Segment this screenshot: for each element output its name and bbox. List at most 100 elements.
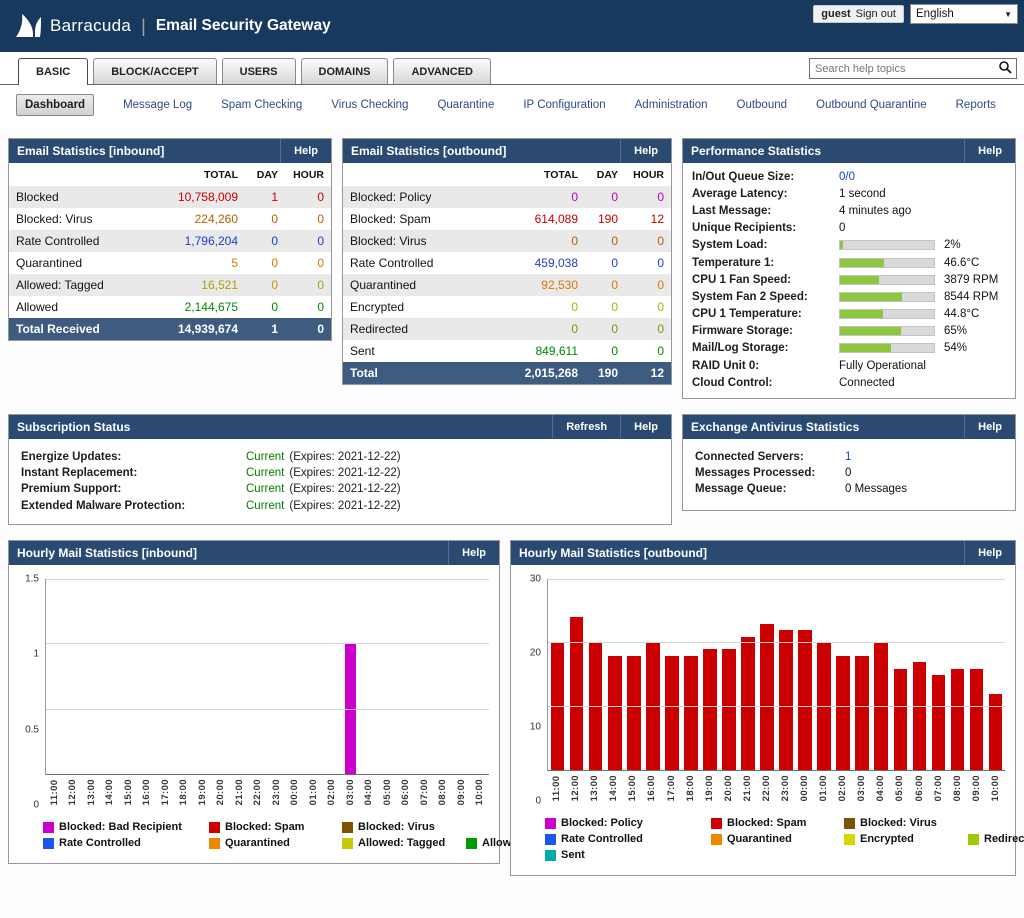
x-axis-label: 20:00 bbox=[215, 779, 226, 805]
bar-column bbox=[175, 579, 193, 775]
x-axis-labels: 11:0012:0013:0014:0015:0016:0017:0018:00… bbox=[547, 775, 1005, 801]
total-value: 10,758,009 bbox=[149, 186, 245, 208]
language-select[interactable]: English ▼ bbox=[910, 4, 1018, 24]
subnav-item-outbound-quarantine[interactable]: Outbound Quarantine bbox=[816, 99, 927, 111]
refresh-button[interactable]: Refresh bbox=[552, 415, 620, 439]
row-label: Rate Controlled bbox=[9, 230, 149, 252]
y-axis-tick: 10 bbox=[530, 722, 541, 733]
x-axis-label: 02:00 bbox=[837, 775, 848, 801]
sub-navigation: Dashboard Message Log Spam Checking Viru… bbox=[0, 85, 1024, 126]
x-axis-label: 19:00 bbox=[704, 775, 715, 801]
connected-servers-value[interactable]: 1 bbox=[845, 451, 851, 463]
barracuda-logo-icon bbox=[14, 13, 42, 39]
queue-size-link[interactable]: 0/0 bbox=[839, 171, 855, 183]
perf-row: In/Out Queue Size: 0/0 bbox=[683, 168, 1015, 185]
legend-item: Rate Controlled bbox=[545, 833, 711, 845]
bar-column bbox=[567, 579, 586, 771]
perf-row: Temperature 1: 46.6°C bbox=[683, 254, 1015, 271]
tab-advanced[interactable]: ADVANCED bbox=[393, 58, 491, 84]
panel-header: Hourly Mail Statistics [outbound] Help bbox=[511, 541, 1015, 565]
help-button[interactable]: Help bbox=[620, 415, 671, 439]
bar bbox=[722, 649, 736, 771]
day-value: 190 bbox=[585, 208, 625, 230]
legend-swatch bbox=[968, 834, 979, 845]
table-row: Blocked 10,758,009 1 0 bbox=[9, 186, 331, 208]
help-button[interactable]: Help bbox=[280, 139, 331, 163]
bar-chart-inbound: 00.511.5 11:0012:0013:0014:0015:0016:001… bbox=[9, 565, 499, 863]
bar-column bbox=[452, 579, 470, 775]
progress-bar bbox=[839, 343, 935, 353]
legend-label: Blocked: Virus bbox=[860, 817, 937, 829]
tab-domains[interactable]: DOMAINS bbox=[301, 58, 389, 84]
subnav-item-reports[interactable]: Reports bbox=[956, 99, 996, 111]
legend-item: Blocked: Virus bbox=[844, 817, 968, 829]
search-input[interactable] bbox=[810, 63, 996, 75]
bar-column bbox=[605, 579, 624, 771]
x-axis-label: 12:00 bbox=[67, 779, 78, 805]
subnav-item-virus-checking[interactable]: Virus Checking bbox=[331, 99, 408, 111]
subnav-item-message-log[interactable]: Message Log bbox=[123, 99, 192, 111]
panel-subscription-status: Subscription Status Refresh Help Energiz… bbox=[8, 414, 672, 525]
legend-label: Blocked: Policy bbox=[561, 817, 643, 829]
bar-column bbox=[83, 579, 101, 775]
tab-users[interactable]: USERS bbox=[222, 58, 296, 84]
day-value: 190 bbox=[585, 362, 625, 384]
panel-header: Exchange Antivirus Statistics Help bbox=[683, 415, 1015, 439]
subnav-item-spam-checking[interactable]: Spam Checking bbox=[221, 99, 302, 111]
table-row: Blocked: Policy 0 0 0 bbox=[343, 186, 671, 208]
total-value: 2,015,268 bbox=[489, 362, 585, 384]
progress-bar bbox=[839, 258, 935, 268]
day-value: 1 bbox=[245, 318, 285, 340]
progress-bar bbox=[839, 292, 935, 302]
x-axis-label: 17:00 bbox=[666, 775, 677, 801]
subnav-item-outbound[interactable]: Outbound bbox=[737, 99, 788, 111]
bar bbox=[345, 644, 355, 775]
row-label: Blocked: Policy bbox=[343, 186, 489, 208]
legend-swatch bbox=[342, 822, 353, 833]
panel-title: Performance Statistics bbox=[683, 139, 829, 163]
help-button[interactable]: Help bbox=[448, 541, 499, 565]
day-value: 0 bbox=[245, 252, 285, 274]
tab-block-accept[interactable]: BLOCK/ACCEPT bbox=[93, 58, 216, 84]
row-label: Redirected bbox=[343, 318, 489, 340]
subnav-item-dashboard[interactable]: Dashboard bbox=[16, 94, 94, 116]
bar-column bbox=[397, 579, 415, 775]
bar-column bbox=[986, 579, 1005, 771]
perf-row: CPU 1 Fan Speed: 3879 RPM bbox=[683, 271, 1015, 288]
subnav-item-ip-configuration[interactable]: IP Configuration bbox=[523, 99, 605, 111]
column-header-day: DAY bbox=[585, 163, 625, 186]
perf-row: Unique Recipients: 0 bbox=[683, 220, 1015, 237]
bar-column bbox=[834, 579, 853, 771]
help-button[interactable]: Help bbox=[620, 139, 671, 163]
hour-value: 0 bbox=[285, 296, 331, 318]
bar-column bbox=[286, 579, 304, 775]
help-button[interactable]: Help bbox=[964, 139, 1015, 163]
total-value: 5 bbox=[149, 252, 245, 274]
bars bbox=[548, 579, 1005, 771]
y-axis-tick: 1 bbox=[33, 649, 39, 660]
sign-out-link[interactable]: Sign out bbox=[856, 8, 896, 20]
x-axis-label: 14:00 bbox=[608, 775, 619, 801]
bar-column bbox=[872, 579, 891, 771]
row-label: Blocked: Virus bbox=[9, 208, 149, 230]
bar-column bbox=[624, 579, 643, 771]
tab-basic[interactable]: BASIC bbox=[18, 58, 88, 85]
progress-bar bbox=[839, 275, 935, 285]
x-axis-label: 15:00 bbox=[123, 779, 134, 805]
y-axis-tick: 0.5 bbox=[25, 724, 39, 735]
bar bbox=[608, 656, 622, 771]
x-axis-label: 20:00 bbox=[723, 775, 734, 801]
help-button[interactable]: Help bbox=[964, 541, 1015, 565]
search-button[interactable] bbox=[996, 60, 1016, 77]
subnav-item-quarantine[interactable]: Quarantine bbox=[437, 99, 494, 111]
bar-column bbox=[434, 579, 452, 775]
help-button[interactable]: Help bbox=[964, 415, 1015, 439]
total-value: 459,038 bbox=[489, 252, 585, 274]
panel-title: Hourly Mail Statistics [inbound] bbox=[9, 541, 205, 565]
table-row: Blocked: Virus 224,260 0 0 bbox=[9, 208, 331, 230]
bar-column bbox=[341, 579, 359, 775]
legend-swatch bbox=[545, 850, 556, 861]
progress-bar bbox=[839, 326, 935, 336]
subnav-item-administration[interactable]: Administration bbox=[635, 99, 708, 111]
exchange-row: Messages Processed: 0 bbox=[695, 465, 1003, 481]
